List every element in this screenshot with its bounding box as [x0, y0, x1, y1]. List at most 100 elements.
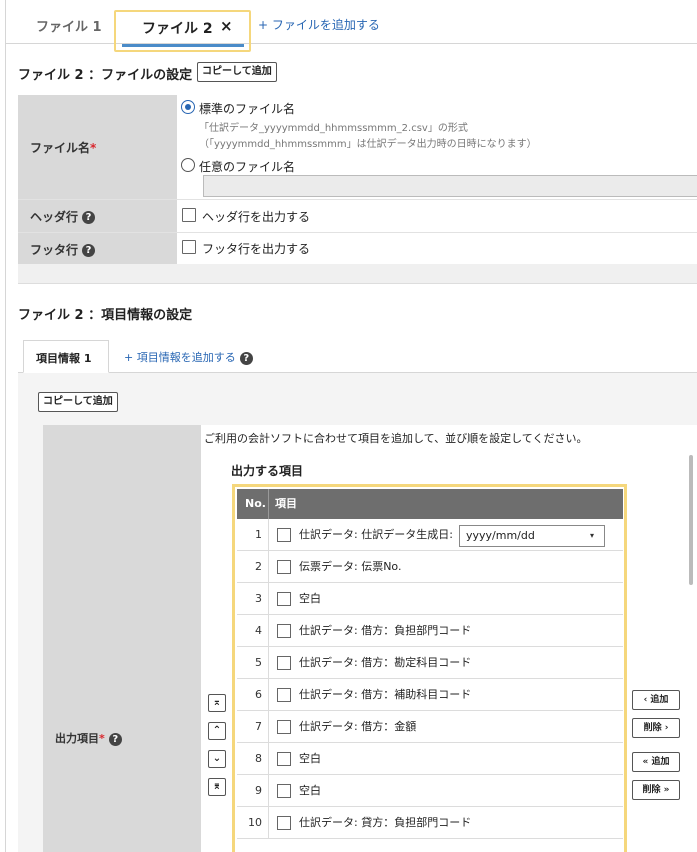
table-row[interactable]: 2 伝票データ: 伝票No. — [237, 551, 623, 583]
column-header-item: 項目 — [275, 497, 297, 510]
section-spacer — [18, 264, 697, 284]
footer-row-checkbox-label: フッタ行を出力する — [202, 242, 311, 256]
file-tabs: ファイル 1 ファイル 2 × + ファイルを追加する — [6, 0, 697, 52]
row-label: 仕訳データ: 借方：負担部門コード — [299, 624, 472, 637]
output-heading: 出力する項目 — [231, 464, 304, 478]
row-label: 仕訳データ: 借方：補助科目コード — [299, 688, 472, 701]
output-items-grid: No. 項目 1 仕訳データ: 仕訳データ生成日: yyyy/mm/dd ▾ 2… — [237, 489, 623, 852]
row-label: 空白 — [299, 752, 321, 765]
row-number: 8 — [237, 743, 269, 775]
tab-file-2-label: ファイル 2 — [142, 21, 213, 37]
row-number: 6 — [237, 679, 269, 711]
row-number: 4 — [237, 615, 269, 647]
item-tabs-line — [18, 372, 697, 373]
table-row[interactable]: 9 空白 — [237, 775, 623, 807]
table-row[interactable]: 3 空白 — [237, 583, 623, 615]
radio-standard-filename[interactable] — [181, 100, 195, 114]
row-label: 伝票データ: 伝票No. — [299, 560, 402, 573]
row-number: 9 — [237, 775, 269, 807]
copy-item-button[interactable]: コピーして追加 — [38, 392, 118, 412]
row-number: 5 — [237, 647, 269, 679]
row-label: 空白 — [299, 592, 321, 605]
help-icon[interactable]: ? — [82, 211, 96, 224]
chevron-down-icon: ▾ — [589, 531, 594, 540]
move-bottom-button[interactable]: ⌆ — [208, 778, 226, 796]
scrollbar[interactable] — [689, 455, 693, 585]
column-header-no: No. — [237, 489, 269, 519]
page-frame: ファイル 1 ファイル 2 × + ファイルを追加する ファイル 2 ：ファイル… — [5, 0, 697, 852]
add-all-button[interactable]: « 追加 — [632, 752, 680, 772]
footer-row-label-cell: フッタ行? — [18, 233, 177, 264]
tab-item-info-1-label: 項目情報 1 — [36, 352, 92, 365]
row-label: 仕訳データ: 借方：金額 — [299, 720, 417, 733]
row-number: 7 — [237, 711, 269, 743]
standard-filename-hint-2: （「yyyymmdd_hhmmssmmm」は仕訳データ出力時の日時になります） — [199, 139, 537, 150]
move-down-button[interactable]: ⌄ — [208, 750, 226, 768]
instruction-text: ご利用の会計ソフトに合わせて項目を追加して、並び順を設定してください。 — [204, 432, 588, 445]
table-row[interactable]: 8 空白 — [237, 743, 623, 775]
grid-header: No. 項目 — [237, 489, 623, 519]
move-top-button[interactable]: ⌅ — [208, 694, 226, 712]
help-icon[interactable]: ? — [239, 351, 253, 365]
row-checkbox[interactable] — [277, 752, 291, 766]
add-file-link[interactable]: + ファイルを追加する — [258, 16, 380, 33]
row-checkbox[interactable] — [277, 720, 291, 734]
date-format-value: yyyy/mm/dd — [466, 529, 535, 542]
custom-filename-input[interactable] — [203, 175, 697, 197]
header-row-checkbox[interactable] — [182, 208, 196, 222]
date-format-select[interactable]: yyyy/mm/dd ▾ — [459, 525, 605, 547]
row-checkbox[interactable] — [277, 528, 291, 542]
row-label: 仕訳データ: 仕訳データ生成日: — [299, 528, 453, 541]
tab-item-info-1[interactable]: 項目情報 1 — [23, 340, 109, 373]
required-mark: * — [90, 141, 97, 155]
help-icon[interactable]: ? — [82, 244, 96, 257]
header-row-label: ヘッダ行 — [30, 210, 79, 224]
row-checkbox[interactable] — [277, 560, 291, 574]
header-row-label-cell: ヘッダ行? — [18, 200, 177, 232]
tab-file-2[interactable]: ファイル 2 × — [114, 10, 251, 52]
standard-filename-hint: 「仕訳データ_yyyymmdd_hhmmssmmm_2.csv」の形式 — [199, 123, 468, 134]
table-row[interactable]: 4 仕訳データ: 借方：負担部門コード — [237, 615, 623, 647]
table-row[interactable]: 7 仕訳データ: 借方：金額 — [237, 711, 623, 743]
item-settings-title: ファイル 2 ：項目情報の設定 — [18, 308, 193, 323]
tab-file-1[interactable]: ファイル 1 — [36, 16, 102, 35]
custom-filename-label: 任意のファイル名 — [199, 160, 296, 174]
footer-row-checkbox[interactable] — [182, 240, 196, 254]
table-row[interactable]: 5 仕訳データ: 借方：勘定科目コード — [237, 647, 623, 679]
table-row[interactable]: 10 仕訳データ: 貸方：負担部門コード — [237, 807, 623, 839]
row-checkbox[interactable] — [277, 816, 291, 830]
close-icon[interactable]: × — [220, 17, 233, 35]
row-checkbox[interactable] — [277, 784, 291, 798]
filename-label-cell: ファイル名* — [18, 95, 177, 199]
add-item-link[interactable]: + 項目情報を追加する — [124, 351, 236, 364]
output-items-label: 出力項目 — [55, 732, 99, 745]
row-label: 仕訳データ: 貸方：負担部門コード — [299, 816, 472, 829]
table-row[interactable]: 1 仕訳データ: 仕訳データ生成日: yyyy/mm/dd ▾ — [237, 519, 623, 551]
help-icon[interactable]: ? — [108, 732, 122, 746]
radio-custom-filename[interactable] — [181, 158, 195, 172]
filename-label: ファイル名 — [30, 141, 91, 155]
row-checkbox[interactable] — [277, 624, 291, 638]
footer-row-label: フッタ行 — [30, 243, 79, 257]
row-label: 空白 — [299, 784, 321, 797]
output-items-label-cell: 出力項目*? — [43, 425, 201, 852]
row-checkbox[interactable] — [277, 688, 291, 702]
standard-filename-label: 標準のファイル名 — [199, 102, 296, 116]
required-mark: * — [99, 732, 105, 745]
row-number: 1 — [237, 519, 269, 551]
row-checkbox[interactable] — [277, 656, 291, 670]
remove-item-button[interactable]: 削除 › — [632, 718, 680, 738]
add-item-button[interactable]: ‹ 追加 — [632, 690, 680, 710]
tab-file-2-active: ファイル 2 × — [122, 12, 244, 47]
move-up-button[interactable]: ⌃ — [208, 722, 226, 740]
row-number: 10 — [237, 807, 269, 839]
table-row[interactable]: 6 仕訳データ: 借方：補助科目コード — [237, 679, 623, 711]
remove-all-button[interactable]: 削除 » — [632, 780, 680, 800]
row-number: 3 — [237, 583, 269, 615]
row-label: 仕訳データ: 借方：勘定科目コード — [299, 656, 472, 669]
file-settings-title: ファイル 2 ：ファイルの設定 — [18, 68, 193, 83]
copy-file-button[interactable]: コピーして追加 — [197, 62, 277, 82]
header-row-checkbox-label: ヘッダ行を出力する — [202, 210, 311, 224]
row-number: 2 — [237, 551, 269, 583]
row-checkbox[interactable] — [277, 592, 291, 606]
